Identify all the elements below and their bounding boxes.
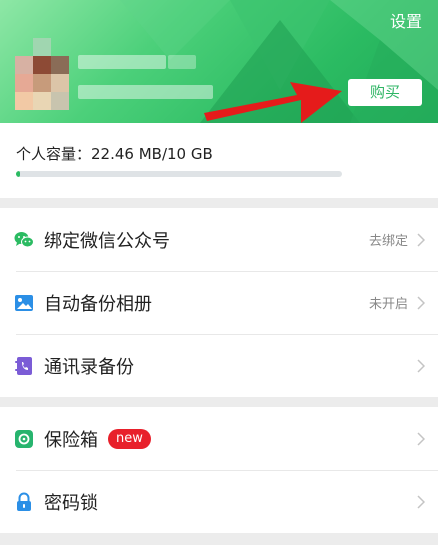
wechat-icon — [14, 230, 34, 250]
menu-item-contacts-backup[interactable]: 通讯录备份 — [0, 334, 438, 397]
storage-section: 个人容量：22.46 MB/10 GB — [0, 123, 438, 198]
menu-item-safe-box[interactable]: 保险箱 new — [0, 407, 438, 470]
contacts-icon — [14, 356, 34, 376]
safe-box-icon — [14, 429, 34, 449]
menu-item-label: 绑定微信公众号 — [44, 230, 170, 252]
settings-link[interactable]: 设置 — [390, 8, 422, 32]
menu-item-status: 未开启 — [368, 297, 408, 312]
buy-button[interactable]: 购买 — [348, 79, 422, 106]
menu-group-security: 保险箱 new 密码锁 — [0, 407, 438, 533]
username-blurred — [78, 55, 166, 69]
chevron-right-icon — [417, 358, 425, 373]
menu-item-label: 通讯录备份 — [44, 356, 134, 378]
menu-item-label: 密码锁 — [44, 492, 98, 514]
menu-group-backup: 绑定微信公众号 去绑定 自动备份相册 未开启 通讯录备份 — [0, 208, 438, 397]
menu-item-status: 去绑定 — [368, 234, 408, 249]
storage-progress-bar — [16, 171, 342, 177]
menu-item-label: 自动备份相册 — [44, 293, 152, 315]
chevron-right-icon — [417, 431, 425, 446]
menu-item-label: 保险箱 — [44, 429, 98, 451]
chevron-right-icon — [417, 295, 425, 310]
chevron-right-icon — [417, 494, 425, 509]
chevron-right-icon — [417, 232, 425, 247]
photo-album-icon — [14, 293, 34, 313]
lock-icon — [14, 492, 34, 512]
menu-item-bind-wechat[interactable]: 绑定微信公众号 去绑定 — [0, 208, 438, 271]
storage-progress-fill — [16, 171, 20, 177]
menu-item-password-lock[interactable]: 密码锁 — [0, 470, 438, 533]
account-id-blurred — [78, 85, 213, 99]
profile-header: 设置 购买 — [0, 0, 438, 123]
avatar[interactable] — [15, 38, 69, 110]
username-blurred — [168, 55, 196, 69]
menu-item-auto-backup-album[interactable]: 自动备份相册 未开启 — [0, 271, 438, 334]
new-badge: new — [108, 428, 151, 449]
storage-capacity-label: 个人容量：22.46 MB/10 GB — [16, 145, 213, 163]
